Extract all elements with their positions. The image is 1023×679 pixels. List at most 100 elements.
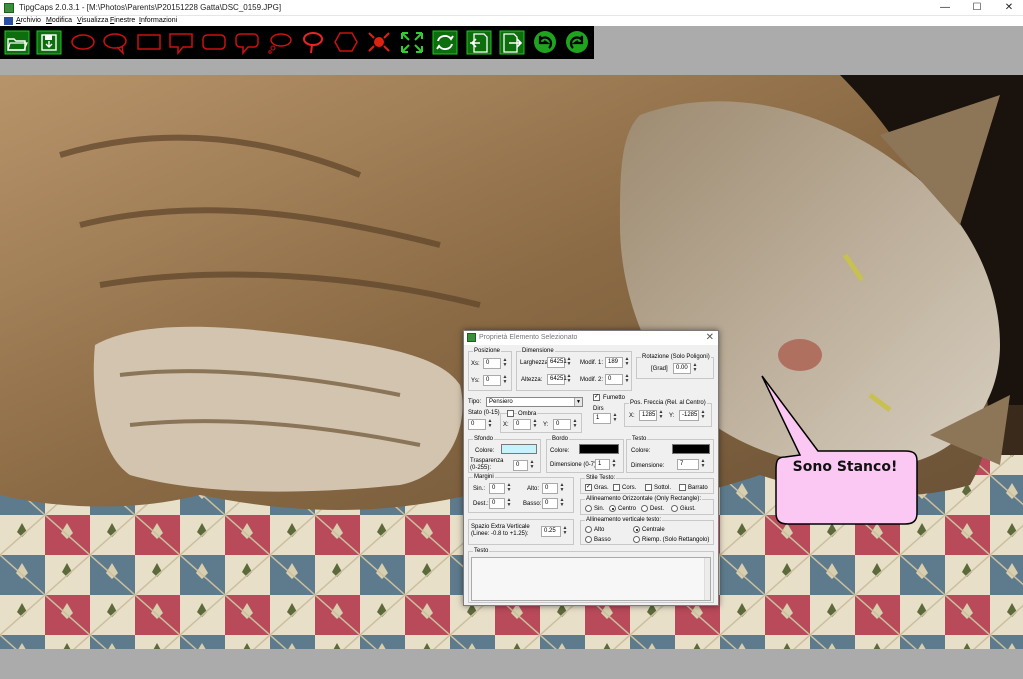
- arrow-x-spinner[interactable]: 1285 ▲ ▼: [639, 410, 663, 421]
- chevron-down-icon[interactable]: ▼: [574, 398, 582, 406]
- spinner-arrows-icon[interactable]: ▲ ▼: [565, 374, 573, 385]
- import-icon[interactable]: [465, 29, 493, 56]
- modifier2-spinner[interactable]: 0 ▲ ▼: [605, 374, 629, 385]
- spinner-arrows-icon[interactable]: ▲ ▼: [505, 498, 513, 509]
- close-button[interactable]: ✕: [994, 0, 1023, 16]
- y-spinner[interactable]: 0 ▲ ▼: [483, 375, 507, 386]
- spinner-arrows-icon[interactable]: ▲ ▼: [565, 357, 573, 368]
- vertical-spacing-spinner[interactable]: 0.25 ▲ ▼: [541, 526, 567, 537]
- menu-visualizza[interactable]: Visualizza: [77, 16, 108, 26]
- arrow-x-value: 1285: [642, 412, 656, 418]
- text-color-swatch[interactable]: [672, 444, 710, 454]
- margin-right-spinner[interactable]: 0 ▲ ▼: [489, 498, 511, 509]
- spinner-arrows-icon[interactable]: ▲ ▼: [699, 459, 707, 470]
- transparency-spinner[interactable]: 0 ▲ ▼: [513, 460, 534, 471]
- text-input[interactable]: [471, 557, 711, 601]
- spinner-arrows-icon[interactable]: ▲ ▼: [531, 419, 539, 430]
- dialog-close-button[interactable]: ✕: [706, 332, 714, 343]
- underline-checkbox[interactable]: [645, 484, 652, 491]
- rounded-rectangle-icon[interactable]: [200, 29, 228, 56]
- height-spinner[interactable]: 64251 ▲ ▼: [547, 374, 571, 385]
- spinner-arrows-icon[interactable]: ▲ ▼: [610, 459, 618, 470]
- spinner-arrows-icon[interactable]: ▲ ▼: [505, 483, 513, 494]
- text-style-options-group: Stile Testo: ✓ Gras. Cors. Sottol. Barra…: [580, 474, 714, 494]
- rectangle-speech-icon[interactable]: [167, 29, 195, 56]
- spinner-arrows-icon[interactable]: ▲ ▼: [528, 460, 536, 471]
- shadow-x-label: X:: [503, 422, 509, 428]
- align-left-radio[interactable]: [585, 505, 592, 512]
- spinner-arrows-icon[interactable]: ▲ ▼: [558, 498, 566, 509]
- target-icon[interactable]: [365, 29, 393, 56]
- align-right-radio[interactable]: [641, 505, 648, 512]
- valign-fill-radio[interactable]: [633, 536, 640, 543]
- undo-icon[interactable]: [531, 29, 559, 56]
- caption-bubble-text[interactable]: Sono Stanco!: [779, 459, 911, 475]
- arrow-x-label: X:: [629, 413, 635, 419]
- menu-archivio[interactable]: Archivio: [16, 16, 41, 26]
- transparency-range: (0-255):: [470, 465, 492, 471]
- margin-top-spinner[interactable]: 0 ▲ ▼: [542, 483, 564, 494]
- spinner-arrows-icon[interactable]: ▲ ▼: [558, 483, 566, 494]
- text-size-spinner[interactable]: 7 ▲ ▼: [677, 459, 705, 470]
- strikethrough-checkbox[interactable]: [679, 484, 686, 491]
- round-callout-icon[interactable]: [299, 29, 327, 56]
- spinner-arrows-icon[interactable]: ▲ ▼: [611, 413, 619, 424]
- background-color-label: Colore:: [475, 448, 495, 454]
- bold-checkbox[interactable]: ✓: [585, 484, 592, 491]
- redo-icon[interactable]: [563, 29, 591, 56]
- fit-screen-icon[interactable]: [398, 29, 426, 56]
- dirs-spinner[interactable]: 1 ▲ ▼: [593, 413, 617, 424]
- shadow-checkbox[interactable]: [507, 410, 514, 417]
- state-spinner[interactable]: 0 ▲ ▼: [468, 419, 492, 430]
- type-select[interactable]: Pensiero ▼: [486, 397, 583, 407]
- text-scrollbar[interactable]: [704, 558, 710, 600]
- spinner-arrows-icon[interactable]: ▲ ▼: [501, 358, 509, 369]
- x-spinner[interactable]: 0 ▲ ▼: [483, 358, 507, 369]
- ellipse-speech-icon[interactable]: [101, 29, 129, 56]
- spinner-arrows-icon[interactable]: ▲ ▼: [691, 363, 699, 374]
- spinner-arrows-icon[interactable]: ▲ ▼: [501, 375, 509, 386]
- spinner-arrows-icon[interactable]: ▲ ▼: [657, 410, 665, 421]
- rotation-spinner[interactable]: 0.00 ▲ ▼: [673, 363, 697, 374]
- export-icon[interactable]: [498, 29, 526, 56]
- margin-left-label: Sin.:: [473, 486, 486, 492]
- width-spinner[interactable]: 64251 ▲ ▼: [547, 357, 571, 368]
- open-folder-icon[interactable]: [3, 29, 31, 56]
- minimize-button[interactable]: —: [930, 0, 960, 16]
- valign-bottom-radio[interactable]: [585, 536, 592, 543]
- maximize-button[interactable]: ☐: [962, 0, 992, 16]
- spinner-arrows-icon[interactable]: ▲ ▼: [699, 410, 707, 421]
- refresh-icon[interactable]: [431, 29, 459, 56]
- spinner-arrows-icon[interactable]: ▲ ▼: [623, 374, 631, 385]
- italic-checkbox[interactable]: [613, 484, 620, 491]
- valign-top-radio[interactable]: [585, 526, 592, 533]
- menu-informazioni[interactable]: Informazioni: [139, 16, 177, 26]
- oval-thought-icon[interactable]: [266, 29, 294, 56]
- background-label: Sfondo: [473, 435, 495, 443]
- align-center-radio[interactable]: [609, 505, 616, 512]
- spinner-arrows-icon[interactable]: ▲ ▼: [561, 526, 569, 537]
- modifier1-spinner[interactable]: 189 ▲ ▼: [605, 357, 629, 368]
- margin-left-spinner[interactable]: 0 ▲ ▼: [489, 483, 511, 494]
- shadow-x-spinner[interactable]: 0 ▲ ▼: [513, 419, 537, 430]
- hexagon-icon[interactable]: [332, 29, 360, 56]
- underline-label: Sottol.: [654, 485, 672, 491]
- rounded-speech-icon[interactable]: [233, 29, 261, 56]
- arrow-y-spinner[interactable]: -1285 ▲ ▼: [679, 410, 705, 421]
- margin-bottom-spinner[interactable]: 0 ▲ ▼: [542, 498, 564, 509]
- border-color-swatch[interactable]: [579, 444, 619, 454]
- align-justify-radio[interactable]: [671, 505, 678, 512]
- spinner-arrows-icon[interactable]: ▲ ▼: [571, 419, 579, 430]
- valign-middle-radio[interactable]: [633, 526, 640, 533]
- spinner-arrows-icon[interactable]: ▲ ▼: [623, 357, 631, 368]
- menu-finestre[interactable]: Finestre: [110, 16, 135, 26]
- background-color-swatch[interactable]: [501, 444, 537, 454]
- balloon-checkbox[interactable]: ✓: [593, 394, 600, 401]
- menu-modifica[interactable]: Modifica: [46, 16, 72, 26]
- shadow-y-spinner[interactable]: 0 ▲ ▼: [553, 419, 577, 430]
- spinner-arrows-icon[interactable]: ▲ ▼: [486, 419, 494, 430]
- rectangle-icon[interactable]: [135, 29, 163, 56]
- ellipse-icon[interactable]: [69, 29, 97, 56]
- save-icon[interactable]: [35, 29, 63, 56]
- border-size-spinner[interactable]: 1 ▲ ▼: [595, 459, 616, 470]
